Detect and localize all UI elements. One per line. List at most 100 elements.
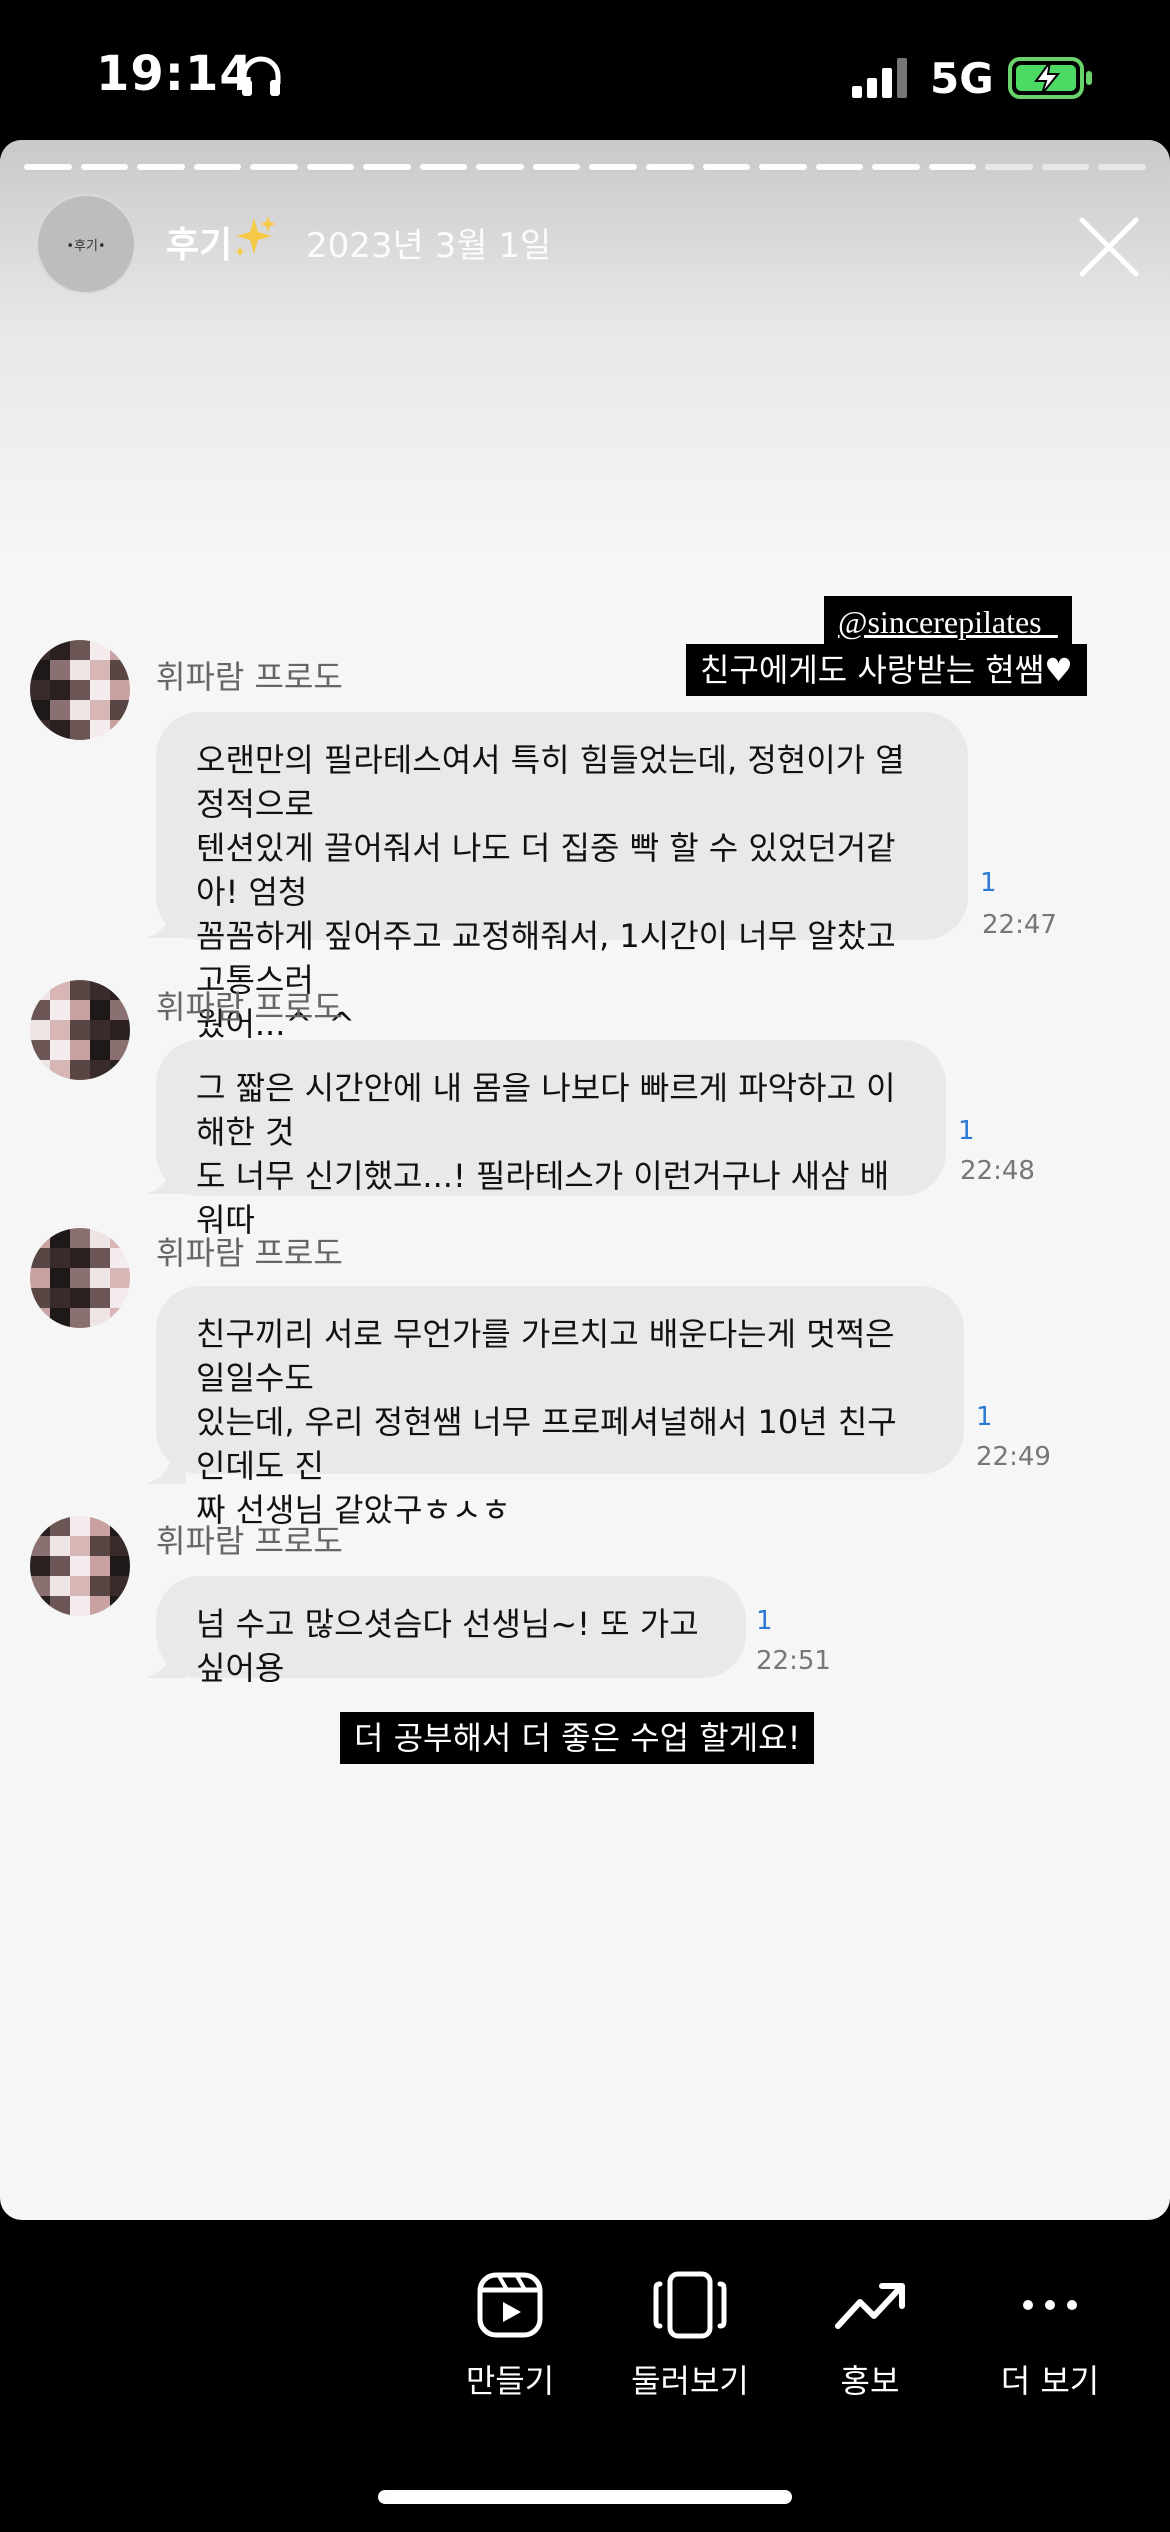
progress-segment [419, 164, 468, 170]
progress-segment [306, 164, 355, 170]
headphones-icon [241, 56, 281, 96]
progress-segment [646, 164, 694, 170]
avatar-pixel [110, 1060, 130, 1080]
avatar-pixel [90, 660, 110, 680]
read-count: 1 [976, 1402, 993, 1432]
avatar-pixel [50, 680, 70, 700]
avatar-pixel [90, 1576, 110, 1596]
avatar-pixel [30, 1576, 50, 1596]
create-label: 만들기 [465, 2362, 555, 2400]
progress-segment [24, 164, 72, 170]
browse-button[interactable]: 둘러보기 [610, 2270, 770, 2402]
avatar-pixel [90, 720, 110, 740]
story-date: 2023년 3월 1일 [306, 226, 552, 266]
sender-name: 휘파람 프로도 [156, 1522, 343, 1560]
progress-segment [815, 164, 864, 170]
avatar-pixel [30, 1516, 50, 1536]
progress-segment [250, 164, 298, 170]
home-indicator[interactable] [378, 2490, 792, 2504]
avatar-pixel [110, 660, 130, 680]
profile-name[interactable]: 후기 [166, 216, 232, 268]
avatar-pixel [30, 1596, 50, 1616]
promote-button[interactable]: 홍보 [790, 2270, 950, 2402]
avatar-pixel [70, 660, 90, 680]
avatar-pixel [70, 1000, 90, 1020]
avatar-pixel [50, 1556, 70, 1576]
avatar-pixel [90, 1516, 110, 1536]
avatar-pixel [30, 640, 50, 660]
profile-avatar[interactable]: •후기• [36, 194, 136, 294]
avatar-pixel [70, 640, 90, 660]
progress-segment [589, 164, 638, 170]
avatar-pixel [70, 1040, 90, 1060]
avatar-pixel [50, 1040, 70, 1060]
progress-segment [363, 164, 411, 170]
create-button[interactable]: 만들기 [430, 2270, 590, 2402]
message-line: 있는데, 우리 정현쌤 너무 프로페셔널해서 10년 친구인데도 진 [196, 1403, 897, 1485]
progress-segment [80, 164, 129, 170]
avatar-pixel [90, 1228, 110, 1248]
avatar-pixel [30, 1040, 50, 1060]
trending-up-icon [835, 2283, 905, 2329]
sender-name: 휘파람 프로도 [156, 658, 343, 696]
avatar-pixel [30, 660, 50, 680]
avatar-pixel [30, 1308, 50, 1328]
avatar-pixel [110, 1040, 130, 1060]
read-count: 1 [980, 868, 997, 898]
avatar-pixel [70, 1308, 90, 1328]
read-count: 1 [756, 1606, 773, 1636]
avatar-pixel [30, 1060, 50, 1080]
message-line: 친구끼리 서로 무언가를 가르치고 배운다는게 멋쩍은 일일수도 [196, 1315, 895, 1397]
avatar-pixel [30, 1000, 50, 1020]
browse-icon [653, 2271, 727, 2339]
avatar-pixel [90, 1020, 110, 1040]
avatar-pixel [110, 700, 130, 720]
chat-bubble: 그 짧은 시간안에 내 몸을 나보다 빠르게 파악하고 이해한 것 도 너무 신… [156, 1040, 946, 1239]
promote-label: 홍보 [840, 2362, 900, 2400]
reels-create-icon [477, 2272, 543, 2338]
message-line: 그 짧은 시간안에 내 몸을 나보다 빠르게 파악하고 이해한 것 [196, 1069, 896, 1151]
avatar-pixel [30, 1288, 50, 1308]
sender-name: 휘파람 프로도 [156, 988, 343, 1026]
avatar-pixel [110, 720, 130, 740]
avatar-pixel [70, 1596, 90, 1616]
avatar-pixel [110, 680, 130, 700]
avatar-pixel [50, 1308, 70, 1328]
avatar-pixel [110, 1020, 130, 1040]
avatar-pixel [110, 1248, 130, 1268]
avatar-pixel [70, 980, 90, 1000]
progress-segment [532, 164, 581, 170]
avatar-pixel [110, 1556, 130, 1576]
chat-avatar [30, 640, 130, 740]
avatar-pixel [50, 660, 70, 680]
avatar-pixel [90, 1248, 110, 1268]
avatar-pixel [110, 1516, 130, 1536]
close-icon[interactable] [1076, 214, 1142, 280]
progress-segment [1041, 164, 1090, 170]
progress-segment [137, 164, 185, 170]
avatar-pixel [30, 1268, 50, 1288]
avatar-pixel [70, 720, 90, 740]
message-time: 22:51 [756, 1646, 831, 1676]
message-line: 텐션있게 끌어줘서 나도 더 집중 빡 할 수 있었던거같아! 엄청 [196, 829, 896, 911]
avatar-pixel [90, 640, 110, 660]
avatar-pixel [50, 700, 70, 720]
avatar-pixel [70, 1556, 90, 1576]
cellular-signal-icon [852, 58, 907, 98]
avatar-pixel [90, 1000, 110, 1020]
avatar-pixel [90, 680, 110, 700]
avatar-pixel [50, 1020, 70, 1040]
more-button[interactable]: 더 보기 [970, 2270, 1130, 2402]
story-viewer[interactable]: •후기• 후기 2023년 3월 1일 @sincerepilates_ 친구에… [0, 140, 1170, 2220]
profile-avatar-text: •후기• [66, 238, 106, 254]
mention-sticker[interactable]: @sincerepilates_ [824, 596, 1072, 648]
sender-name: 휘파람 프로도 [156, 1234, 343, 1272]
avatar-pixel [70, 1060, 90, 1080]
avatar-pixel [70, 700, 90, 720]
message-line: 넘 수고 많으셧슴다 선생님~! 또 가고싶어용 [196, 1605, 699, 1687]
sparkles-icon [235, 216, 276, 257]
avatar-pixel [50, 720, 70, 740]
avatar-pixel [90, 1596, 110, 1616]
message-time: 22:48 [960, 1156, 1035, 1186]
avatar-pixel [30, 680, 50, 700]
